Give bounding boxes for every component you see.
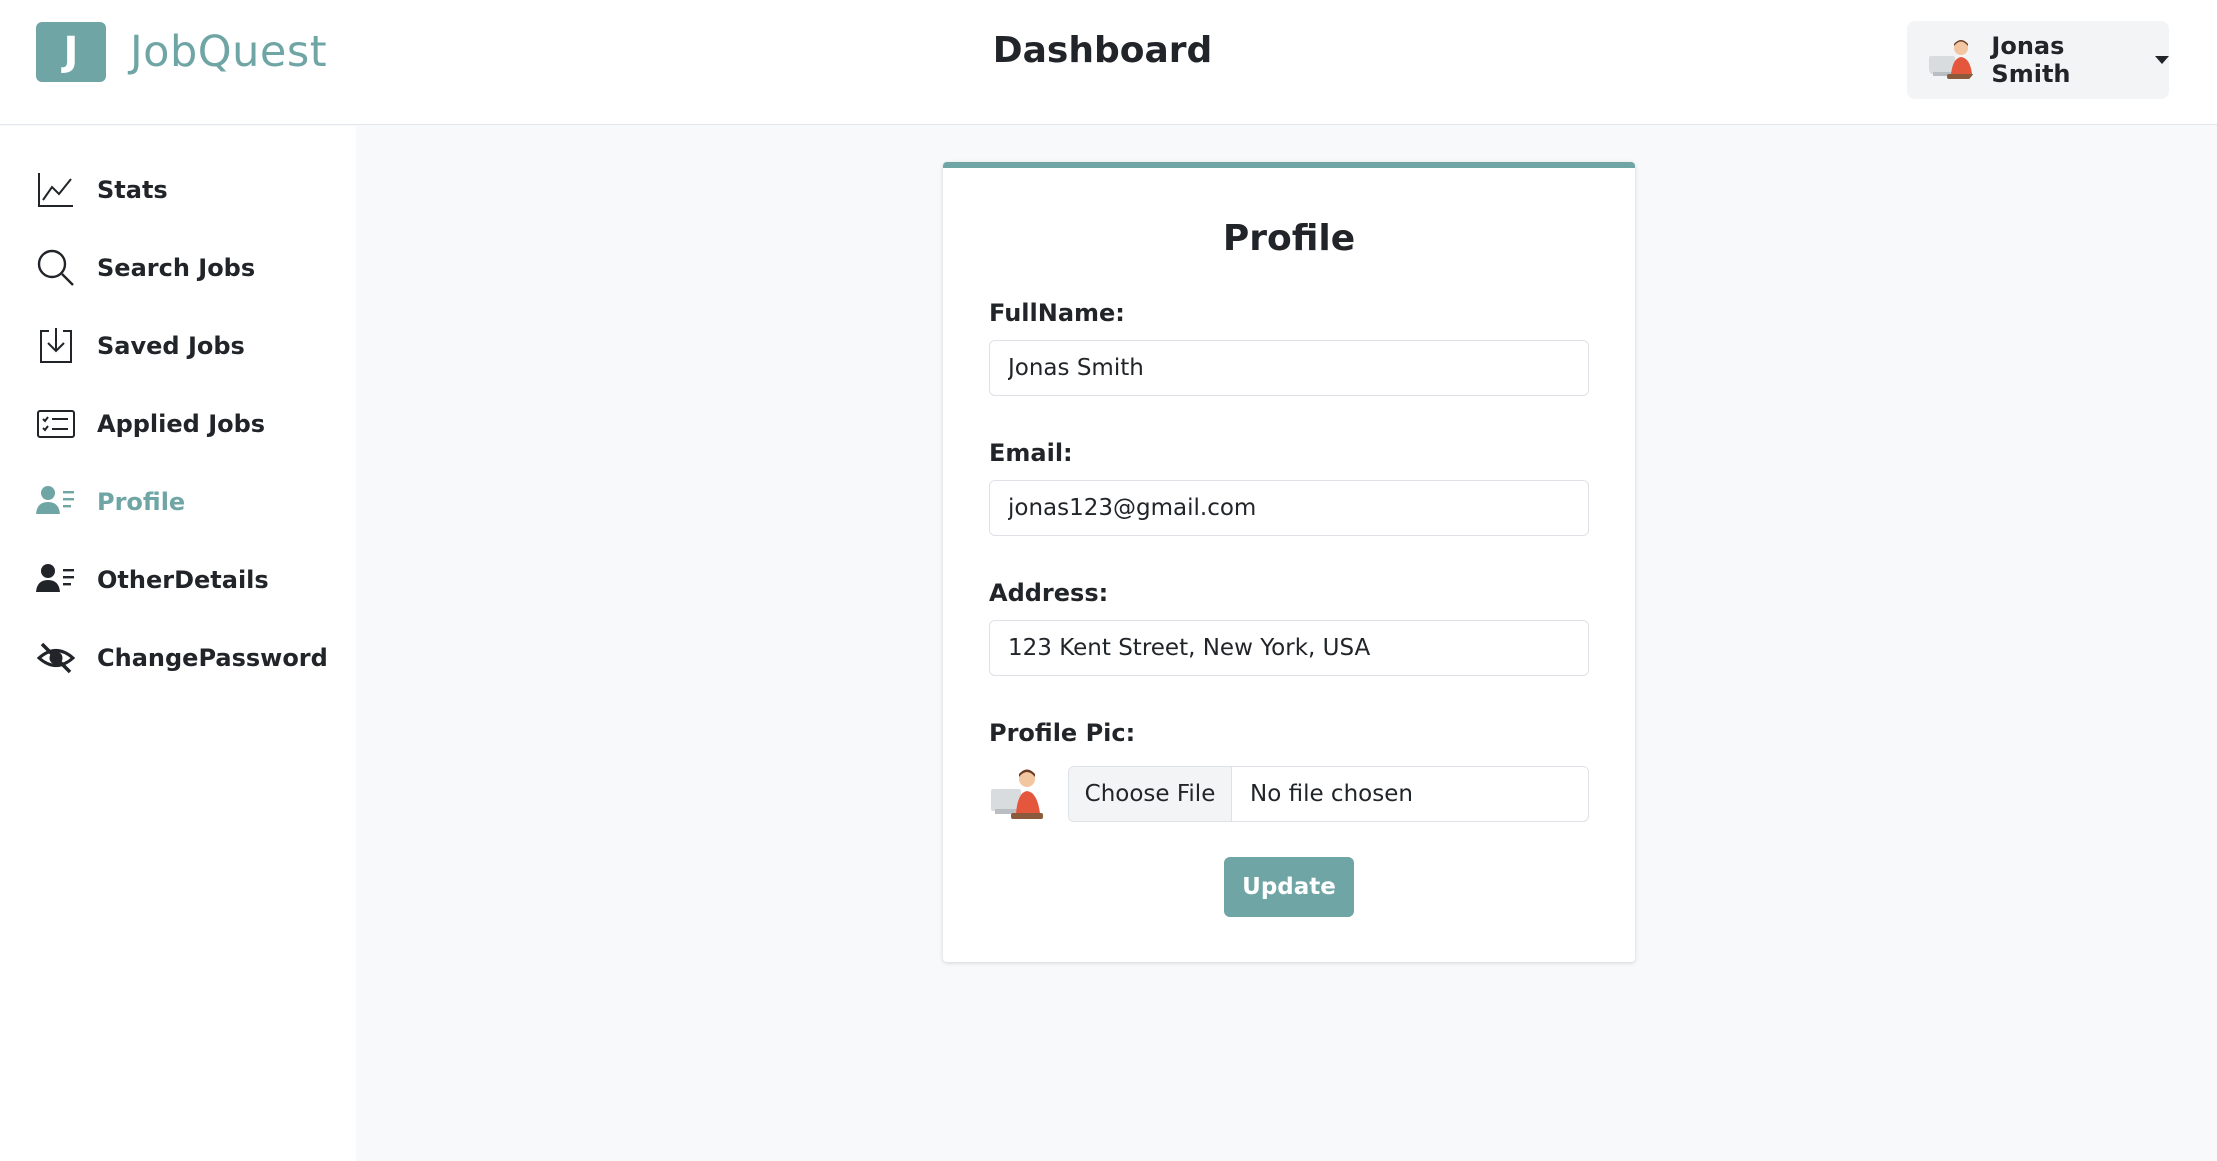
search-icon: [36, 248, 76, 288]
email-field[interactable]: [989, 480, 1589, 536]
checklist-icon: [36, 404, 76, 444]
brand-logo[interactable]: J JobQuest: [36, 22, 327, 82]
sidebar-item-label: Profile: [97, 488, 186, 516]
sidebar-item-label: ChangePassword: [97, 644, 328, 672]
address-field[interactable]: [989, 620, 1589, 676]
user-details-icon: [36, 560, 76, 600]
profile-pic-label: Profile Pic:: [989, 719, 1136, 747]
sidebar: Stats Search Jobs Saved Jobs Applied Job…: [0, 126, 356, 1161]
top-header: J JobQuest Dashboard Jonas Smith: [0, 0, 2217, 125]
chevron-down-icon: [2155, 56, 2169, 64]
file-status-text: No file chosen: [1250, 781, 1413, 807]
sidebar-item-otherdetails[interactable]: OtherDetails: [36, 560, 269, 600]
sidebar-item-label: Saved Jobs: [97, 332, 245, 360]
address-label: Address:: [989, 579, 1109, 607]
download-box-icon: [36, 326, 76, 366]
fullname-label: FullName:: [989, 299, 1125, 327]
line-chart-icon: [36, 170, 76, 210]
eye-slash-icon: [36, 638, 76, 678]
sidebar-item-label: Stats: [97, 176, 168, 204]
update-button[interactable]: Update: [1224, 857, 1354, 917]
profile-card: Profile FullName: Email: Address: Profil…: [943, 162, 1635, 962]
profile-pic-thumbnail: [989, 765, 1045, 825]
developer-avatar-icon: [1927, 34, 1978, 86]
user-name: Jonas Smith: [1991, 32, 2071, 88]
fullname-field[interactable]: [989, 340, 1589, 396]
sidebar-item-label: Applied Jobs: [97, 410, 266, 438]
email-label: Email:: [989, 439, 1073, 467]
brand-name: JobQuest: [130, 27, 328, 77]
sidebar-item-changepassword[interactable]: ChangePassword: [36, 638, 328, 678]
file-input[interactable]: Choose File No file chosen: [1068, 766, 1589, 822]
choose-file-button[interactable]: Choose File: [1069, 767, 1232, 821]
sidebar-item-label: Search Jobs: [97, 254, 256, 282]
user-menu-dropdown[interactable]: Jonas Smith: [1907, 21, 2169, 99]
logo-badge: J: [36, 22, 106, 82]
sidebar-item-label: OtherDetails: [97, 566, 269, 594]
sidebar-item-stats[interactable]: Stats: [36, 170, 168, 210]
page-title: Dashboard: [992, 30, 1213, 71]
user-list-icon: [36, 482, 76, 522]
sidebar-item-applied-jobs[interactable]: Applied Jobs: [36, 404, 265, 444]
sidebar-item-search-jobs[interactable]: Search Jobs: [36, 248, 255, 288]
card-title: Profile: [1222, 218, 1356, 259]
sidebar-item-saved-jobs[interactable]: Saved Jobs: [36, 326, 245, 366]
sidebar-item-profile[interactable]: Profile: [36, 482, 185, 522]
